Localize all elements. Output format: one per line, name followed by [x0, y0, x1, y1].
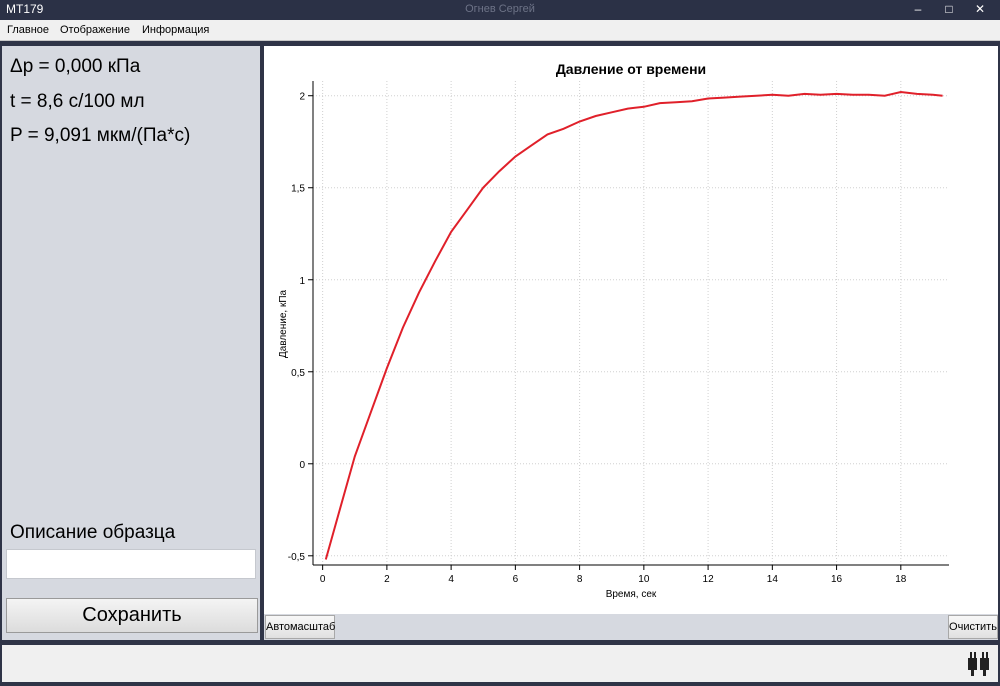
title-bar: MT179 Огнев Сергей – □ ✕	[0, 0, 1000, 20]
menu-bar: Главное Отображение Информация	[0, 20, 1000, 41]
sample-description-label: Описание образца	[10, 522, 176, 543]
x-axis-label: Время, сек	[606, 589, 657, 600]
pressure-chart: Давление от времени Время, сек Давление,…	[278, 61, 949, 600]
pressure-delta-value: Δp = 0,000 кПа	[10, 56, 141, 77]
clear-button[interactable]: Очистить	[948, 615, 998, 639]
menu-item-display[interactable]: Отображение	[60, 24, 130, 36]
permeability-value: P = 9,091 мкм/(Па*с)	[10, 125, 191, 146]
x-tick-label: 16	[831, 574, 843, 585]
menu-item-info[interactable]: Информация	[142, 24, 209, 36]
y-axis-label: Давление, кПа	[278, 289, 289, 358]
sample-description-input[interactable]	[6, 549, 256, 579]
menu-item-main[interactable]: Главное	[7, 24, 49, 36]
chart-title: Давление от времени	[556, 61, 706, 77]
x-tick-label: 12	[703, 574, 715, 585]
x-tick-label: 2	[384, 574, 390, 585]
status-bar	[2, 645, 998, 682]
chart-series	[324, 90, 943, 560]
chart-grid	[313, 81, 949, 565]
pressure-series-line	[324, 90, 943, 560]
minimize-button[interactable]: –	[906, 0, 930, 20]
x-tick-label: 0	[320, 574, 326, 585]
chart-panel: Давление от времени Время, сек Давление,…	[264, 46, 998, 640]
save-button[interactable]: Сохранить	[6, 598, 258, 633]
y-tick-label: 2	[299, 92, 305, 103]
x-tick-label: 4	[448, 574, 454, 585]
chart-button-strip	[264, 614, 998, 640]
maximize-button[interactable]: □	[937, 0, 961, 20]
chart-axes	[312, 81, 949, 566]
x-tick-label: 14	[767, 574, 779, 585]
x-tick-label: 10	[638, 574, 650, 585]
y-tick-label: 1,5	[291, 184, 305, 195]
plug-icon	[968, 652, 989, 676]
time-value: t = 8,6 с/100 мл	[10, 91, 145, 112]
close-button[interactable]: ✕	[968, 0, 992, 20]
y-tick-label: 0,5	[291, 368, 305, 379]
y-tick-label: -0,5	[288, 552, 306, 563]
left-panel: Δp = 0,000 кПа t = 8,6 с/100 мл P = 9,09…	[2, 46, 260, 640]
autoscale-button[interactable]: Автомасштаб	[265, 615, 335, 639]
y-tick-label: 1	[299, 276, 305, 287]
x-tick-label: 6	[513, 574, 519, 585]
y-tick-label: 0	[299, 460, 305, 471]
x-tick-label: 18	[895, 574, 907, 585]
user-name: Огнев Сергей	[465, 3, 535, 15]
x-tick-label: 8	[577, 574, 583, 585]
chart-ticks: 0 2 4 6 8 10 12 14 16 18 -0,5 0 0,5 1 1,5 2	[288, 92, 907, 585]
